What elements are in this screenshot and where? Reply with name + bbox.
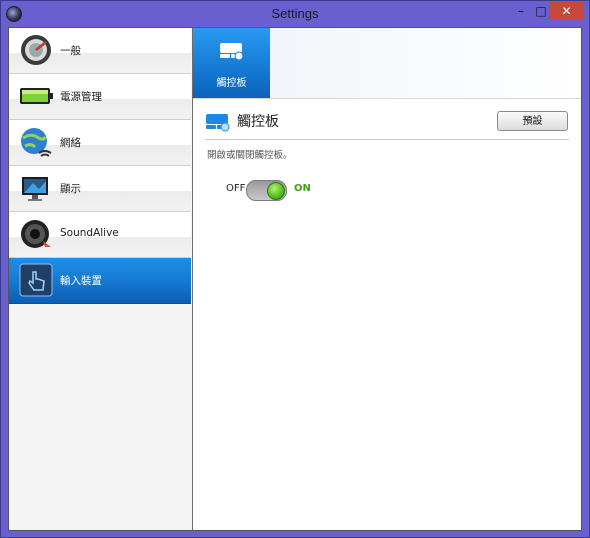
sidebar-item-label: 顯示 bbox=[60, 183, 81, 195]
sidebar-item-input-devices[interactable]: 輸入裝置 bbox=[9, 258, 191, 304]
sidebar-item-label: 輸入裝置 bbox=[60, 275, 102, 287]
sidebar-item-label: SoundAlive bbox=[60, 227, 119, 239]
touch-hand-icon bbox=[19, 263, 53, 297]
sidebar-item-network[interactable]: 網絡 bbox=[9, 120, 191, 166]
toggle-knob[interactable] bbox=[267, 182, 285, 200]
sidebar: 一般 電源管理 網絡 顯示 SoundAlive 輸入裝置 bbox=[9, 28, 193, 530]
sidebar-item-label: 網絡 bbox=[60, 137, 81, 149]
window-title: Settings bbox=[271, 6, 319, 21]
sidebar-item-general[interactable]: 一般 bbox=[9, 28, 191, 74]
touchpad-toggle-row: OFF ON bbox=[226, 180, 346, 201]
touchpad-icon bbox=[220, 43, 244, 61]
toggle-off-label: OFF bbox=[226, 183, 246, 194]
sidebar-item-soundalive[interactable]: SoundAlive bbox=[9, 212, 191, 258]
default-button[interactable]: 預設 bbox=[497, 111, 568, 131]
tab-bar: 觸控板 bbox=[193, 28, 581, 99]
sidebar-item-label: 一般 bbox=[60, 45, 81, 57]
section-title: 觸控板 bbox=[237, 114, 279, 130]
speaker-icon bbox=[21, 220, 51, 248]
touchpad-icon bbox=[206, 114, 230, 132]
globe-wifi-icon bbox=[21, 128, 52, 157]
section-header: 觸控板 預設 bbox=[205, 109, 569, 140]
close-button[interactable]: ✕ bbox=[549, 2, 584, 20]
title-bar[interactable]: Settings – □ ✕ bbox=[1, 1, 589, 27]
tab-touchpad[interactable]: 觸控板 bbox=[193, 28, 270, 98]
toggle-on-label: ON bbox=[294, 183, 311, 194]
monitor-icon bbox=[22, 177, 48, 201]
section-description: 開啟或關閉觸控板。 bbox=[207, 150, 293, 161]
settings-window: Settings – □ ✕ 一般 電源管理 網絡 顯示 SoundAlive … bbox=[0, 0, 590, 538]
touchpad-toggle-switch[interactable] bbox=[246, 180, 287, 201]
content-panel: 觸控板 觸控板 預設 開啟或關閉觸控板。 OFF ON bbox=[193, 28, 581, 530]
client-area: 一般 電源管理 網絡 顯示 SoundAlive 輸入裝置 觸控板 觸控板 預設… bbox=[8, 27, 582, 531]
general-gauge-icon bbox=[21, 35, 51, 65]
sidebar-item-power[interactable]: 電源管理 bbox=[9, 74, 191, 120]
minimize-button[interactable]: – bbox=[511, 2, 531, 20]
sidebar-item-label: 電源管理 bbox=[60, 91, 102, 103]
tab-label: 觸控板 bbox=[216, 78, 247, 89]
battery-icon bbox=[20, 88, 53, 104]
sidebar-item-display[interactable]: 顯示 bbox=[9, 166, 191, 212]
maximize-button[interactable]: □ bbox=[531, 2, 551, 20]
